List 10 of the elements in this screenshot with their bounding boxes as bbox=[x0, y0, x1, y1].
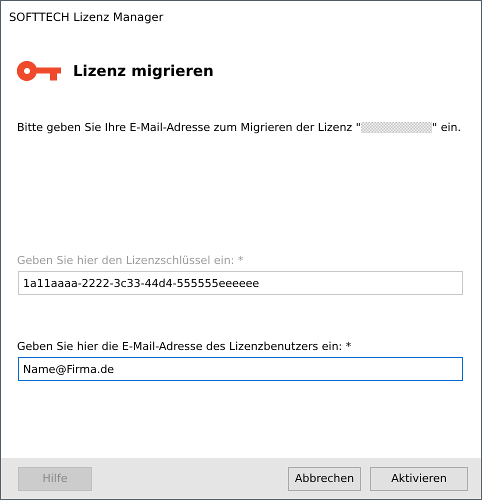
dialog-button[interactable]: Abbrechen bbox=[288, 466, 361, 490]
text-field[interactable]: Name@Firma.de bbox=[18, 357, 463, 381]
intro-text: Bitte geben Sie Ihre E-Mail-Adresse zum Migrieren der Lizenz " bbox=[17, 120, 361, 134]
intro-text-end: " ein. bbox=[432, 120, 461, 134]
field-label: Geben Sie hier die E-Mail-Adresse des Lizenzbenutzers ein: * bbox=[17, 340, 352, 353]
field-label: Geben Sie hier den Lizenzschlüssel ein: * bbox=[17, 254, 244, 267]
key-icon bbox=[17, 61, 61, 81]
dialog-button[interactable]: Aktivieren bbox=[370, 466, 468, 490]
dialog-heading: Lizenz migrieren bbox=[73, 62, 214, 80]
window-title: SOFTTECH Lizenz Manager bbox=[9, 10, 164, 24]
